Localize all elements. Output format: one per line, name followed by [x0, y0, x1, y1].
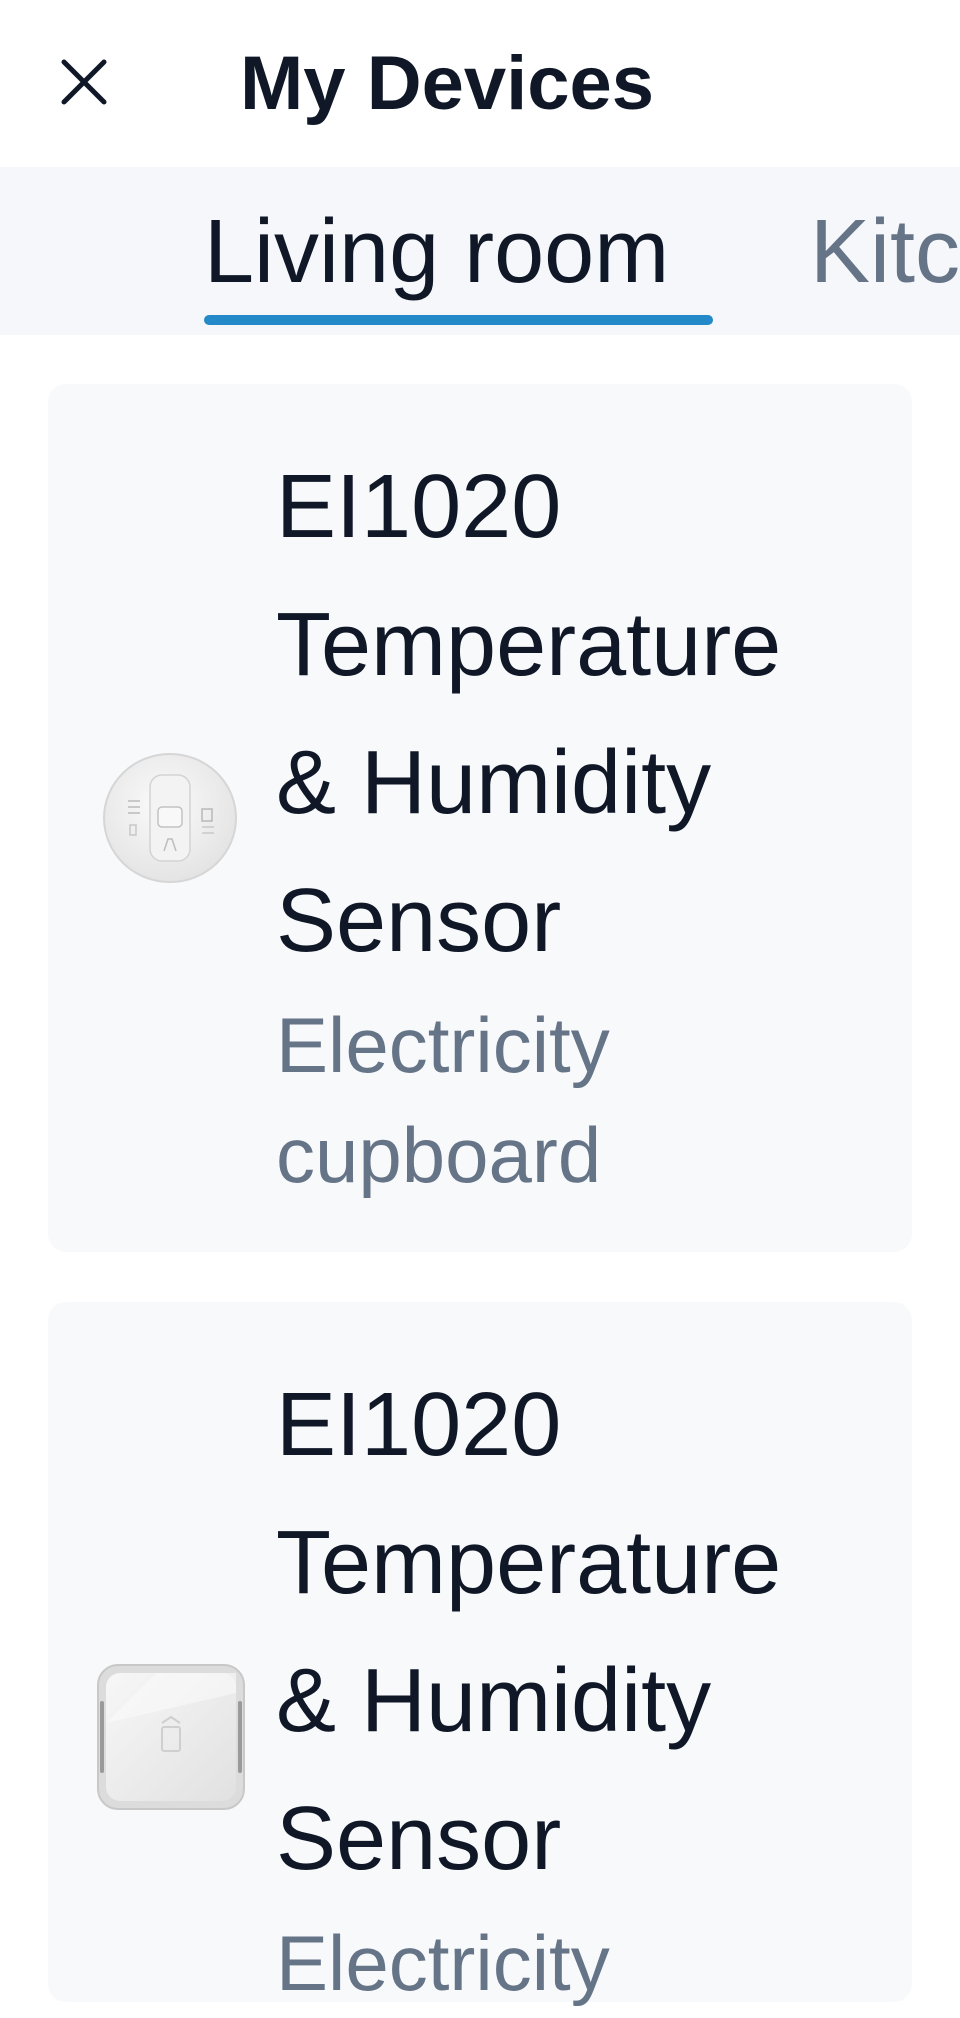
- device-card[interactable]: EI1020 Temperature & Humidity Sensor Ele…: [48, 384, 912, 1252]
- active-tab-indicator: [204, 315, 713, 325]
- app-header: My Devices: [0, 0, 960, 167]
- device-name-line: Temperature: [276, 595, 782, 695]
- device-name-line: & Humidity: [276, 733, 712, 833]
- close-button[interactable]: [48, 46, 120, 118]
- tab-kitchen[interactable]: Kitc: [810, 197, 960, 307]
- square-sensor-image: [97, 1664, 245, 1810]
- round-smoke-alarm-image: [103, 753, 237, 883]
- device-name-line: Sensor: [276, 1789, 562, 1889]
- device-info: EI1020 Temperature & Humidity Sensor Ele…: [276, 438, 896, 1210]
- device-name-line: & Humidity: [276, 1651, 712, 1751]
- device-name-line: Temperature: [276, 1513, 782, 1613]
- device-location-line: Electricity: [276, 1001, 610, 1089]
- page-title: My Devices: [240, 41, 655, 126]
- close-icon: [61, 59, 107, 105]
- room-tabs: Living room Kitc: [0, 167, 960, 335]
- tab-living-room[interactable]: Living room: [204, 197, 669, 307]
- device-info: EI1020 Temperature & Humidity Sensor Ele…: [276, 1356, 896, 2018]
- device-location-line: cupboard: [276, 1111, 602, 1199]
- device-name-line: EI1020: [276, 457, 562, 557]
- device-card[interactable]: EI1020 Temperature & Humidity Sensor Ele…: [48, 1302, 912, 2007]
- device-name-line: Sensor: [276, 871, 562, 971]
- device-name-line: EI1020: [276, 1375, 562, 1475]
- device-location-line: Electricity: [276, 1919, 610, 2007]
